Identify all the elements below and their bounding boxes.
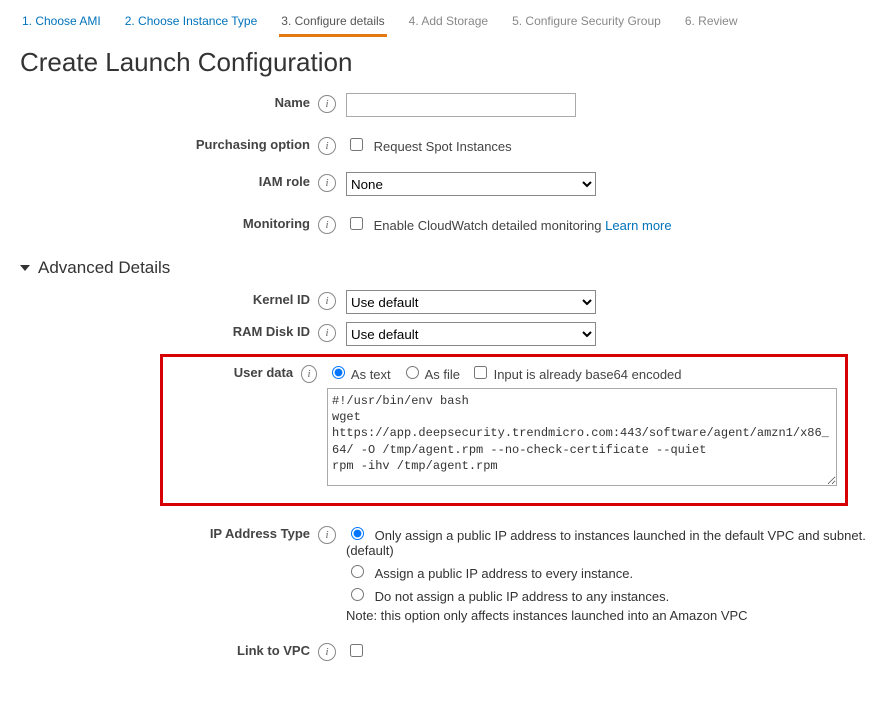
advanced-details-header[interactable]: Advanced Details <box>20 258 868 278</box>
info-icon[interactable]: i <box>318 95 336 113</box>
ip-opt3-label: Do not assign a public IP address to any… <box>375 589 670 604</box>
monitoring-label: Monitoring <box>20 214 310 231</box>
user-data-as-text-radio[interactable] <box>332 366 345 379</box>
user-data-textarea[interactable] <box>327 388 837 486</box>
spot-checkbox[interactable] <box>350 138 363 151</box>
learn-more-link[interactable]: Learn more <box>605 218 671 233</box>
ip-address-type-label: IP Address Type <box>20 524 310 541</box>
info-icon[interactable]: i <box>318 216 336 234</box>
info-icon[interactable]: i <box>318 526 336 544</box>
user-data-as-file-radio[interactable] <box>406 366 419 379</box>
info-icon[interactable]: i <box>318 174 336 192</box>
info-icon[interactable]: i <box>301 365 317 383</box>
link-to-vpc-label: Link to VPC <box>20 641 310 658</box>
ip-note: Note: this option only affects instances… <box>346 608 866 623</box>
monitoring-checkbox[interactable] <box>350 217 363 230</box>
ip-opt1-label: Only assign a public IP address to insta… <box>346 528 866 558</box>
info-icon[interactable]: i <box>318 137 336 155</box>
wizard-step-5[interactable]: 5. Configure Security Group <box>510 8 663 37</box>
wizard-nav: 1. Choose AMI 2. Choose Instance Type 3.… <box>20 8 868 37</box>
info-icon[interactable]: i <box>318 324 336 342</box>
iam-role-select[interactable]: None <box>346 172 596 196</box>
base64-checkbox-label: Input is already base64 encoded <box>494 367 682 382</box>
link-to-vpc-checkbox[interactable] <box>350 644 363 657</box>
kernel-id-select[interactable]: Use default <box>346 290 596 314</box>
wizard-step-1[interactable]: 1. Choose AMI <box>20 8 103 37</box>
user-data-highlight: User data i As text As file Input is alr… <box>160 354 848 506</box>
name-input[interactable] <box>346 93 576 117</box>
caret-down-icon <box>20 265 30 271</box>
ip-opt3-radio[interactable] <box>351 588 364 601</box>
user-data-as-file-label: As file <box>425 367 460 382</box>
base64-checkbox[interactable] <box>474 366 487 379</box>
ip-opt2-radio[interactable] <box>351 565 364 578</box>
info-icon[interactable]: i <box>318 643 336 661</box>
user-data-as-text-label: As text <box>351 367 391 382</box>
user-data-label: User data <box>171 363 293 380</box>
page-title: Create Launch Configuration <box>20 47 868 78</box>
wizard-step-4[interactable]: 4. Add Storage <box>407 8 490 37</box>
ip-opt1-radio[interactable] <box>351 527 364 540</box>
wizard-step-2[interactable]: 2. Choose Instance Type <box>123 8 260 37</box>
wizard-step-6[interactable]: 6. Review <box>683 8 740 37</box>
spot-checkbox-label: Request Spot Instances <box>374 139 512 154</box>
ram-disk-id-select[interactable]: Use default <box>346 322 596 346</box>
name-label: Name <box>20 93 310 110</box>
advanced-details-title: Advanced Details <box>38 258 170 278</box>
kernel-id-label: Kernel ID <box>20 290 310 307</box>
purchasing-label: Purchasing option <box>20 135 310 152</box>
wizard-step-3[interactable]: 3. Configure details <box>279 8 386 37</box>
iam-role-label: IAM role <box>20 172 310 189</box>
ram-disk-id-label: RAM Disk ID <box>20 322 310 339</box>
info-icon[interactable]: i <box>318 292 336 310</box>
monitoring-checkbox-label: Enable CloudWatch detailed monitoring <box>374 218 602 233</box>
ip-opt2-label: Assign a public IP address to every inst… <box>375 566 633 581</box>
